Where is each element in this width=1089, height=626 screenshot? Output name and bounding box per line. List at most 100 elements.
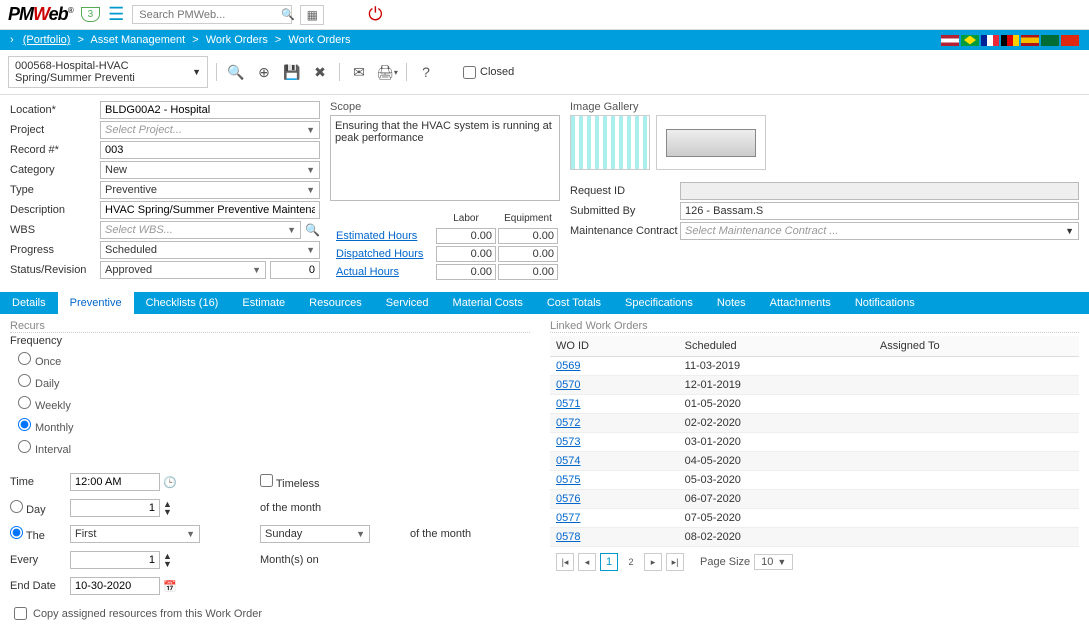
tab-details[interactable]: Details <box>0 292 58 314</box>
page-size-select[interactable]: 10▼ <box>754 554 793 570</box>
maint-contract-select[interactable]: Select Maintenance Contract ...▼ <box>680 222 1079 240</box>
the-dow-select[interactable]: Sunday▼ <box>260 525 370 543</box>
delete-icon[interactable]: ✖ <box>309 62 331 82</box>
breadcrumb-collapse-icon[interactable]: › <box>10 34 14 46</box>
search-icon[interactable]: 🔍 <box>281 8 295 21</box>
tab-material[interactable]: Material Costs <box>441 292 535 314</box>
tab-cost[interactable]: Cost Totals <box>535 292 613 314</box>
act-equip[interactable]: 0.00 <box>498 264 558 280</box>
wo-link[interactable]: 0572 <box>556 417 580 429</box>
tab-preventive[interactable]: Preventive <box>58 292 134 314</box>
freq-once[interactable]: Once <box>18 349 530 371</box>
calendar-icon[interactable]: 📅 <box>163 580 177 593</box>
progress-select[interactable]: Scheduled▼ <box>100 241 320 259</box>
end-date-label: End Date <box>10 580 70 592</box>
pager-last[interactable]: ▸| <box>666 553 684 571</box>
search-input[interactable] <box>139 9 281 21</box>
act-hours-link[interactable]: Actual Hours <box>332 264 434 280</box>
the-ordinal-select[interactable]: First▼ <box>70 525 200 543</box>
tab-checklists[interactable]: Checklists (16) <box>134 292 231 314</box>
freq-monthly[interactable]: Monthly <box>18 415 530 437</box>
the-radio[interactable]: The <box>10 526 70 542</box>
project-select[interactable]: Select Project...▼ <box>100 121 320 139</box>
pager-next[interactable]: ▸ <box>644 553 662 571</box>
pager-prev[interactable]: ◂ <box>578 553 596 571</box>
menu-icon[interactable]: ☰ <box>108 4 124 25</box>
disp-labor[interactable]: 0.00 <box>436 246 496 262</box>
wbs-select[interactable]: Select WBS...▼ <box>100 221 301 239</box>
tab-attachments[interactable]: Attachments <box>758 292 843 314</box>
wo-link[interactable]: 0571 <box>556 398 580 410</box>
copy-resources-checkbox[interactable] <box>14 607 27 620</box>
gallery-thumb-2[interactable] <box>656 115 766 170</box>
shield-badge: 3 <box>81 7 101 22</box>
wo-link[interactable]: 0577 <box>556 512 580 524</box>
wo-link[interactable]: 0573 <box>556 436 580 448</box>
wbs-search-icon[interactable]: 🔍 <box>305 223 320 237</box>
record-field[interactable] <box>100 141 320 159</box>
calendar-icon[interactable]: ▦ <box>300 5 324 25</box>
closed-checkbox[interactable]: Closed <box>463 66 514 79</box>
location-field[interactable] <box>100 101 320 119</box>
print-icon[interactable]: 🖨▾ <box>376 62 398 82</box>
col-assigned[interactable]: Assigned To <box>874 336 1079 357</box>
description-field[interactable] <box>100 201 320 219</box>
wo-link[interactable]: 0569 <box>556 360 580 372</box>
day-radio[interactable]: Day <box>10 500 70 516</box>
end-date-input[interactable] <box>70 577 160 595</box>
wo-link[interactable]: 0578 <box>556 531 580 543</box>
est-labor[interactable]: 0.00 <box>436 228 496 244</box>
tab-notes[interactable]: Notes <box>705 292 758 314</box>
tab-notifications[interactable]: Notifications <box>843 292 927 314</box>
global-search[interactable]: 🔍 <box>132 5 292 24</box>
col-sched[interactable]: Scheduled <box>679 336 874 357</box>
timeless-checkbox[interactable]: Timeless <box>260 474 410 490</box>
spinner-icon-2[interactable]: ▲▼ <box>163 552 172 568</box>
spinner-icon[interactable]: ▲▼ <box>163 500 172 516</box>
flag-selector[interactable] <box>941 35 1079 46</box>
pager-page-2[interactable]: 2 <box>622 553 640 571</box>
save-icon[interactable]: 💾 <box>281 62 303 82</box>
every-input[interactable] <box>70 551 160 569</box>
est-equip[interactable]: 0.00 <box>498 228 558 244</box>
act-labor[interactable]: 0.00 <box>436 264 496 280</box>
breadcrumb-portfolio[interactable]: (Portfolio) <box>23 34 71 46</box>
wo-link[interactable]: 0574 <box>556 455 580 467</box>
freq-weekly[interactable]: Weekly <box>18 393 530 415</box>
wo-link[interactable]: 0570 <box>556 379 580 391</box>
type-label: Type <box>10 184 100 196</box>
disp-hours-link[interactable]: Dispatched Hours <box>332 246 434 262</box>
new-icon[interactable]: ⊕ <box>253 62 275 82</box>
tab-estimate[interactable]: Estimate <box>230 292 297 314</box>
search-icon[interactable]: 🔍 <box>225 62 247 82</box>
est-hours-link[interactable]: Estimated Hours <box>332 228 434 244</box>
tab-resources[interactable]: Resources <box>297 292 374 314</box>
power-icon[interactable]: ⏻ <box>368 4 382 25</box>
freq-interval[interactable]: Interval <box>18 437 530 459</box>
tab-specs[interactable]: Specifications <box>613 292 705 314</box>
pager-page-1[interactable]: 1 <box>600 553 618 571</box>
help-icon[interactable]: ? <box>415 62 437 82</box>
clock-icon[interactable]: 🕒 <box>163 476 177 489</box>
revision-field[interactable] <box>270 261 320 279</box>
status-select[interactable]: Approved▼ <box>100 261 266 279</box>
recurs-title: Recurs <box>10 320 530 333</box>
wo-link[interactable]: 0575 <box>556 474 580 486</box>
disp-equip[interactable]: 0.00 <box>498 246 558 262</box>
time-input[interactable] <box>70 473 160 491</box>
scope-textarea[interactable]: Ensuring that the HVAC system is running… <box>330 115 560 201</box>
gallery-thumb-1[interactable] <box>570 115 650 170</box>
tab-serviced[interactable]: Serviced <box>374 292 441 314</box>
day-input[interactable] <box>70 499 160 517</box>
wo-link[interactable]: 0576 <box>556 493 580 505</box>
pager-first[interactable]: |◂ <box>556 553 574 571</box>
freq-daily[interactable]: Daily <box>18 371 530 393</box>
category-select[interactable]: New▼ <box>100 161 320 179</box>
type-select[interactable]: Preventive▼ <box>100 181 320 199</box>
every-label: Every <box>10 554 70 566</box>
request-id-value <box>680 182 1079 200</box>
document-selector[interactable]: 000568-Hospital-HVAC Spring/Summer Preve… <box>8 56 208 88</box>
col-woid[interactable]: WO ID <box>550 336 679 357</box>
equip-header: Equipment <box>498 211 558 226</box>
email-icon[interactable]: ✉ <box>348 62 370 82</box>
